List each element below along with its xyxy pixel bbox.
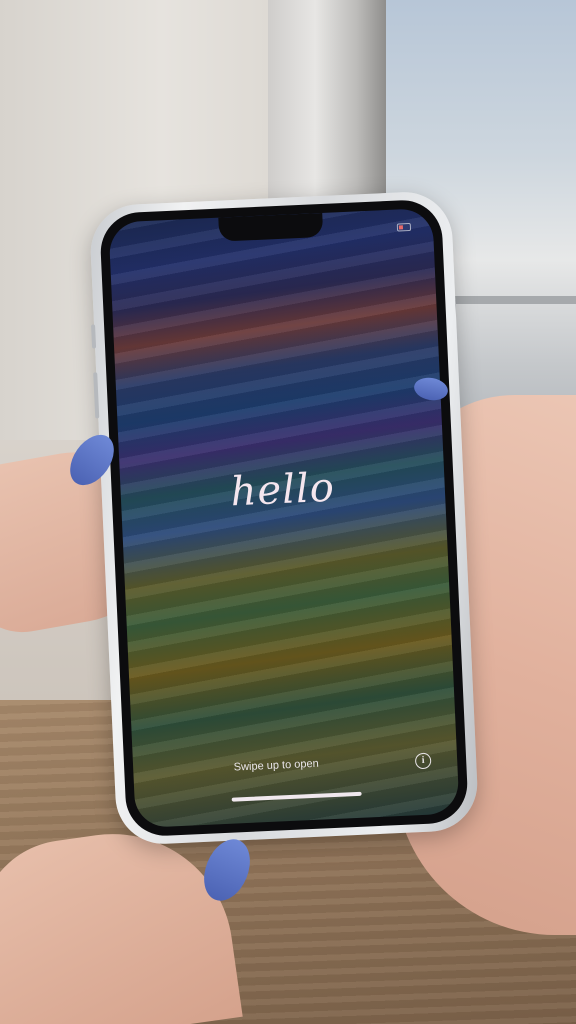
iphone: hello Swipe up to open i — [88, 190, 480, 846]
silent-switch — [91, 324, 97, 349]
home-indicator[interactable] — [231, 791, 362, 802]
notch — [218, 212, 324, 242]
phone-bezel: hello Swipe up to open i — [99, 198, 469, 838]
info-icon[interactable]: i — [414, 752, 432, 770]
volume-button — [93, 372, 100, 419]
photo-scene: hello Swipe up to open i — [0, 0, 576, 1024]
hello-greeting: hello — [229, 464, 336, 516]
lock-screen[interactable]: hello Swipe up to open i — [108, 207, 460, 829]
swipe-up-label: Swipe up to open — [233, 757, 319, 774]
battery-icon — [396, 222, 412, 232]
